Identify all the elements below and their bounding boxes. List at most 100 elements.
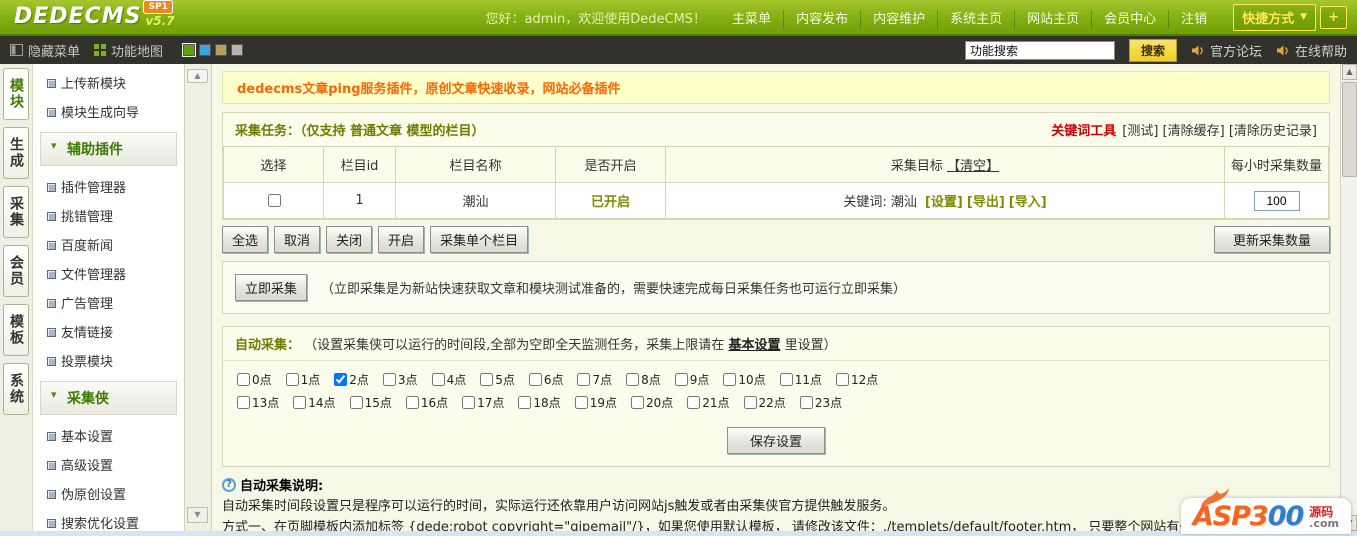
theme-swatch[interactable] <box>231 44 244 56</box>
scroll-up-button[interactable]: ▲ <box>1342 64 1357 80</box>
hour-checkbox-input[interactable] <box>349 396 363 409</box>
sidebar-item[interactable]: 百度新闻 <box>33 230 184 259</box>
sidebar-item[interactable]: 文件管理器 <box>33 259 184 288</box>
hour-checkbox-input[interactable] <box>799 396 813 409</box>
keyword-tool-link[interactable]: 关键词工具 <box>1051 120 1116 139</box>
vertical-scrollbar[interactable]: ▲ ▼ <box>1340 64 1357 531</box>
theme-swatch[interactable] <box>182 43 197 57</box>
hour-checkbox-input[interactable] <box>528 373 542 386</box>
basic-settings-link[interactable]: 基本设置 <box>728 338 780 353</box>
hour-checkbox-8点[interactable]: 8点 <box>626 371 661 388</box>
hour-checkbox-13点[interactable]: 13点 <box>237 394 279 411</box>
search-button[interactable]: 搜索 <box>1128 38 1177 62</box>
hour-checkbox-17点[interactable]: 17点 <box>462 394 504 411</box>
hour-checkbox-0点[interactable]: 0点 <box>237 371 272 388</box>
hour-checkbox-15点[interactable]: 15点 <box>349 394 392 411</box>
hour-checkbox-input[interactable] <box>626 373 640 386</box>
hour-checkbox-input[interactable] <box>480 373 494 386</box>
sidebar-scroll-down-button[interactable]: ▼ <box>187 507 208 523</box>
hour-checkbox-11点[interactable]: 11点 <box>779 371 822 388</box>
hour-checkbox-input[interactable] <box>405 396 419 409</box>
hour-checkbox-5点[interactable]: 5点 <box>480 371 515 388</box>
hour-checkbox-input[interactable] <box>779 373 793 386</box>
update-count-button[interactable]: 更新采集数量 <box>1213 226 1330 253</box>
sidebar-item[interactable]: 插件管理器 <box>33 172 184 201</box>
hour-checkbox-2点[interactable]: 2点 <box>334 371 369 388</box>
hour-checkbox-input[interactable] <box>237 396 250 409</box>
hour-checkbox-23点[interactable]: 23点 <box>799 394 842 411</box>
menu-section-header[interactable]: 采集侠 <box>40 381 177 415</box>
sidebar-item[interactable]: 挑错管理 <box>33 201 184 230</box>
topnav-link[interactable]: 注销 <box>1168 9 1220 29</box>
bulk-action-button[interactable]: 全选 <box>222 226 269 253</box>
target-action-link[interactable]: [导入] <box>1009 195 1047 210</box>
hour-checkbox-input[interactable] <box>687 396 701 409</box>
row-select-checkbox[interactable] <box>267 193 281 207</box>
sidebar-item[interactable]: 高级设置 <box>33 450 184 479</box>
sidebar-item[interactable]: 友情链接 <box>33 317 184 346</box>
topnav-link[interactable]: 会员中心 <box>1091 9 1169 29</box>
hour-checkbox-input[interactable] <box>723 373 737 386</box>
scrollbar-thumb[interactable] <box>1342 82 1357 177</box>
hour-checkbox-input[interactable] <box>630 396 644 409</box>
sidebar-item[interactable]: 投票模块 <box>33 346 184 375</box>
hour-checkbox-input[interactable] <box>293 396 307 409</box>
sidebar-item[interactable]: 广告管理 <box>33 288 184 317</box>
hour-checkbox-7点[interactable]: 7点 <box>577 371 612 388</box>
hour-checkbox-input[interactable] <box>674 373 688 386</box>
function-map-button[interactable]: 功能地图 <box>94 41 163 60</box>
hour-checkbox-18点[interactable]: 18点 <box>518 394 561 411</box>
collect-now-button[interactable]: 立即采集 <box>235 274 308 301</box>
sidebar-item[interactable]: 模块生成向导 <box>33 97 184 126</box>
bulk-action-button[interactable]: 开启 <box>378 226 425 253</box>
hour-checkbox-20点[interactable]: 20点 <box>630 394 673 411</box>
quick-menu-button[interactable]: 快捷方式 ▼ <box>1233 3 1317 31</box>
hour-checkbox-10点[interactable]: 10点 <box>723 371 766 388</box>
hour-checkbox-19点[interactable]: 19点 <box>574 394 617 411</box>
sidebar-item[interactable]: 基本设置 <box>33 421 184 450</box>
per-hour-input[interactable] <box>1253 190 1300 211</box>
online-help-link[interactable]: 在线帮助 <box>1276 41 1347 60</box>
side-tab-模板[interactable]: 模板 <box>3 304 29 356</box>
bulk-action-button[interactable]: 采集单个栏目 <box>430 226 529 253</box>
hour-checkbox-9点[interactable]: 9点 <box>674 371 709 388</box>
hour-checkbox-input[interactable] <box>577 373 591 386</box>
theme-swatch[interactable] <box>199 44 212 56</box>
hour-checkbox-4点[interactable]: 4点 <box>431 371 466 388</box>
target-action-link[interactable]: [设置] <box>925 195 963 210</box>
hour-checkbox-1点[interactable]: 1点 <box>285 371 320 388</box>
topnav-link[interactable]: 主菜单 <box>720 10 783 29</box>
topnav-link[interactable]: 内容发布 <box>783 9 861 29</box>
side-tab-模块[interactable]: 模块 <box>3 68 29 120</box>
hour-checkbox-input[interactable] <box>237 373 250 386</box>
topnav-link[interactable]: 网站主页 <box>1014 9 1092 29</box>
keyword-tool-action[interactable]: [清除历史记录] <box>1229 124 1317 139</box>
hour-checkbox-22点[interactable]: 22点 <box>743 394 786 411</box>
hour-checkbox-16点[interactable]: 16点 <box>405 394 448 411</box>
hour-checkbox-6点[interactable]: 6点 <box>528 371 563 388</box>
hour-checkbox-input[interactable] <box>334 373 348 386</box>
sidebar-item[interactable]: 搜索优化设置 <box>33 508 184 531</box>
clear-target-link[interactable]: 【清空】 <box>947 159 999 174</box>
hour-checkbox-14点[interactable]: 14点 <box>293 394 336 411</box>
hour-checkbox-input[interactable] <box>431 373 445 386</box>
topnav-link[interactable]: 内容维护 <box>860 9 938 29</box>
save-settings-button[interactable]: 保存设置 <box>726 427 825 454</box>
hide-menu-button[interactable]: 隐藏菜单 <box>10 41 80 60</box>
hour-checkbox-21点[interactable]: 21点 <box>687 394 730 411</box>
side-tab-系统[interactable]: 系统 <box>3 363 29 415</box>
topnav-link[interactable]: 系统主页 <box>937 9 1015 29</box>
hour-checkbox-input[interactable] <box>382 373 396 386</box>
hour-checkbox-input[interactable] <box>743 396 757 409</box>
hour-checkbox-input[interactable] <box>574 396 588 409</box>
theme-swatch[interactable] <box>215 44 228 56</box>
hour-checkbox-input[interactable] <box>518 396 532 409</box>
function-search-input[interactable] <box>964 40 1115 60</box>
target-action-link[interactable]: [导出] <box>967 195 1005 210</box>
quick-add-button[interactable]: + <box>1320 5 1347 29</box>
side-tab-采集[interactable]: 采集 <box>3 186 29 238</box>
hour-checkbox-input[interactable] <box>462 396 476 409</box>
bulk-action-button[interactable]: 取消 <box>274 226 321 253</box>
hour-checkbox-input[interactable] <box>285 373 299 386</box>
plugin-ad-banner[interactable]: dedecms文章ping服务插件，原创文章快速收录，网站必备插件 <box>222 71 1330 104</box>
